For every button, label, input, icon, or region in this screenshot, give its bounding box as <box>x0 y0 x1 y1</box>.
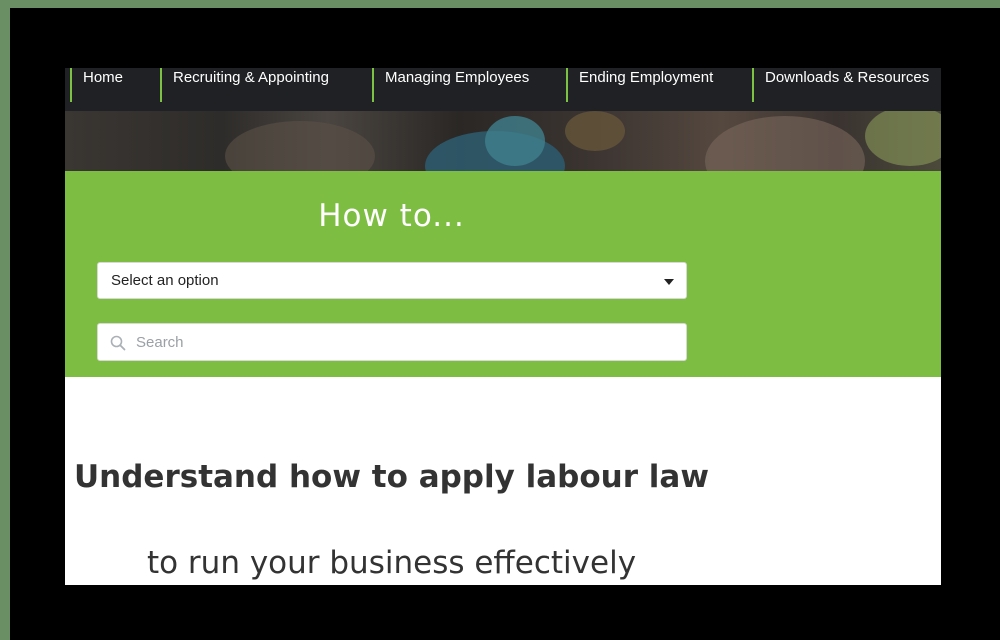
page-subheadline: to run your business effectively <box>146 545 637 581</box>
nav-item-home[interactable]: Home <box>70 68 123 102</box>
hero-image <box>65 111 941 171</box>
search-box[interactable] <box>97 323 687 361</box>
how-to-section: How to... Select an option <box>65 171 941 377</box>
nav-item-ending-employment[interactable]: Ending Employment <box>566 68 713 102</box>
nav-item-managing-employees[interactable]: Managing Employees <box>372 68 529 102</box>
select-value: Select an option <box>111 272 219 289</box>
page-headline: Understand how to apply labour law <box>74 459 709 495</box>
main-navigation: Home Recruiting & Appointing Managing Em… <box>65 68 941 111</box>
topic-select[interactable]: Select an option <box>97 262 687 299</box>
caret-down-icon <box>664 279 674 285</box>
how-to-title: How to... <box>318 198 465 234</box>
search-input[interactable] <box>136 324 676 360</box>
nav-item-recruiting[interactable]: Recruiting & Appointing <box>160 68 329 102</box>
search-icon <box>110 335 126 351</box>
web-page: Home Recruiting & Appointing Managing Em… <box>65 68 941 585</box>
nav-item-downloads[interactable]: Downloads & Resources <box>752 68 929 102</box>
